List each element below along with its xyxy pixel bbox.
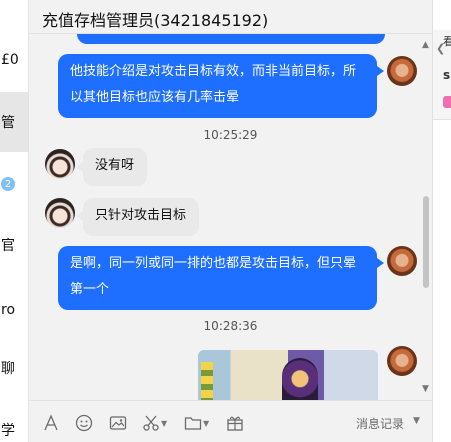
group-info-panel: ❮ 看 su	[432, 0, 451, 442]
gift-icon[interactable]	[226, 413, 244, 433]
conversation-item[interactable]: £0	[0, 30, 28, 90]
conversation-item[interactable]: ro	[0, 280, 28, 340]
my-avatar[interactable]	[387, 56, 417, 86]
bubble-tail	[76, 162, 83, 172]
bubble-tail	[377, 258, 384, 268]
my-avatar[interactable]	[387, 246, 417, 276]
chat-header: 充值存档管理员(3421845192)	[29, 0, 432, 34]
panel-member-name: su	[443, 68, 451, 82]
scroll-down-icon[interactable]: ▼	[422, 384, 429, 394]
message-bubble-partial[interactable]	[77, 34, 385, 44]
contact-avatar[interactable]	[45, 149, 75, 179]
conversation-list: £0 管 2 官 ro 聊 学	[0, 0, 29, 442]
panel-tab-label[interactable]: 看	[443, 33, 451, 49]
message-timestamp: 10:28:36	[203, 319, 258, 333]
conversation-item[interactable]: 聊	[0, 338, 28, 398]
member-tag-icon	[443, 96, 451, 108]
conversation-label: ro	[1, 302, 16, 318]
image-detail	[201, 362, 213, 400]
conversation-label: 管	[1, 115, 15, 131]
scroll-thumb[interactable]	[423, 196, 429, 288]
font-icon[interactable]	[42, 413, 60, 433]
message-timestamp: 10:25:29	[203, 128, 258, 142]
conversation-item[interactable]: 学	[0, 400, 28, 442]
conversation-label: 官	[1, 238, 15, 254]
conversation-item[interactable]: 官	[0, 215, 28, 275]
conversation-label: 学	[1, 423, 15, 439]
message-scrollbar[interactable]: ▲ ▼	[420, 34, 432, 400]
image-icon[interactable]	[109, 413, 127, 433]
message-bubble[interactable]: 没有呀	[83, 148, 147, 186]
message-bubble[interactable]: 是啊，同一列或同一排的也都是攻击目标，但只晕第一个	[58, 246, 377, 310]
chevron-down-icon[interactable]: ▼	[203, 419, 209, 428]
input-toolbar: ▼ ▼ 消息记录 ▼	[29, 400, 432, 442]
message-bubble[interactable]: 只针对攻击目标	[83, 198, 199, 236]
bubble-tail	[76, 211, 83, 221]
message-bubble[interactable]: 他技能介绍是对攻击目标有效，而非当前目标，所以其他目标也应该有几率击晕	[58, 54, 377, 118]
my-avatar[interactable]	[387, 346, 417, 376]
conversation-label: £0	[1, 52, 19, 68]
chevron-down-icon[interactable]: ▼	[161, 419, 167, 428]
folder-icon[interactable]: ▼	[184, 413, 209, 433]
screenshot-scissors-icon[interactable]: ▼	[142, 413, 167, 433]
image-message[interactable]	[198, 350, 378, 400]
message-history-button[interactable]: 消息记录	[356, 415, 404, 432]
emoji-icon[interactable]	[75, 413, 93, 433]
contact-avatar[interactable]	[45, 198, 75, 228]
conversation-label: 聊	[1, 361, 15, 377]
bubble-tail	[377, 66, 384, 76]
conversation-item-selected[interactable]: 管	[0, 92, 28, 152]
scroll-up-icon[interactable]: ▲	[422, 40, 429, 50]
chat-title[interactable]: 充值存档管理员(3421845192)	[42, 7, 268, 31]
image-character	[282, 358, 318, 400]
chevron-down-icon[interactable]: ▼	[413, 416, 420, 426]
unread-badge: 2	[1, 177, 15, 191]
message-list[interactable]: 他技能介绍是对攻击目标有效，而非当前目标，所以其他目标也应该有几率击晕 10:2…	[29, 34, 432, 400]
